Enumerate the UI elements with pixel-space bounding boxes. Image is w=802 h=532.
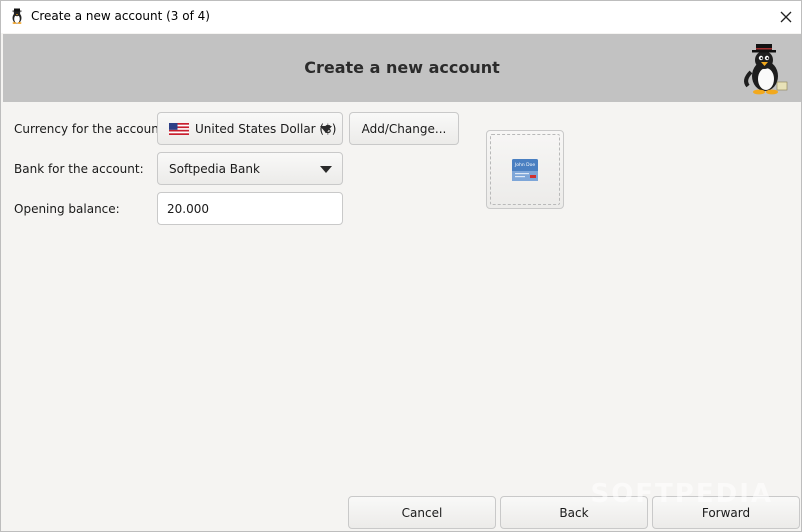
us-flag-icon	[169, 122, 189, 135]
cancel-button[interactable]: Cancel	[348, 496, 496, 529]
bank-label: Bank for the account:	[14, 162, 144, 176]
dialog-window: Create a new account (3 of 4) Create a n…	[0, 0, 802, 532]
watermark: SOFTPEDIA	[590, 479, 773, 509]
penguin-mascot-icon	[744, 44, 788, 95]
focus-outline	[490, 134, 560, 205]
bank-combobox[interactable]: Softpedia Bank	[157, 152, 343, 185]
window-title: Create a new account (3 of 4)	[31, 9, 210, 23]
penguin-app-icon	[12, 8, 22, 24]
close-button[interactable]	[771, 1, 801, 33]
close-icon	[780, 11, 792, 23]
banner-title: Create a new account	[304, 58, 500, 77]
currency-value: United States Dollar ($)	[195, 121, 337, 136]
dropdown-arrow-icon	[320, 126, 332, 133]
bank-value: Softpedia Bank	[169, 161, 260, 176]
add-change-button[interactable]: Add/Change...	[349, 112, 459, 145]
header-banner: Create a new account	[3, 34, 801, 102]
opening-balance-input[interactable]: 20.000	[157, 192, 343, 225]
currency-label: Currency for the account:	[14, 122, 168, 136]
balance-label: Opening balance:	[14, 202, 120, 216]
account-icon-button[interactable]: John Doe	[486, 130, 564, 209]
title-bar: Create a new account (3 of 4)	[1, 1, 801, 33]
dropdown-arrow-icon	[320, 166, 332, 173]
currency-combobox[interactable]: United States Dollar ($)	[157, 112, 343, 145]
